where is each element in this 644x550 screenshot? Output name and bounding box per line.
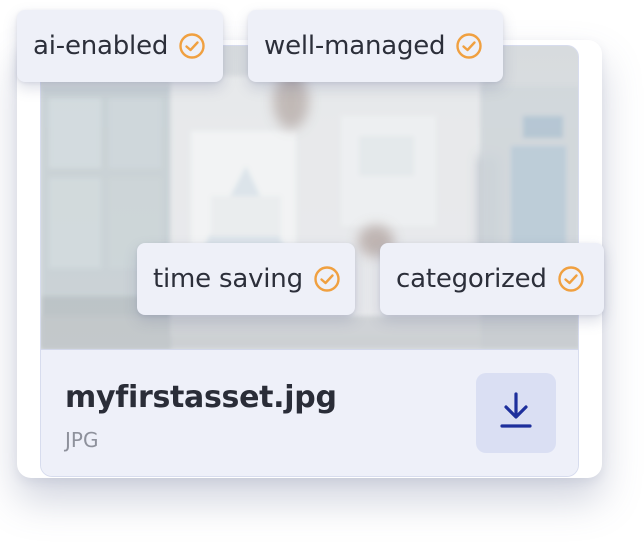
tag-label: ai-enabled [33,31,169,61]
check-circle-icon [313,265,341,293]
asset-preview-stage: myfirstasset.jpg JPG ai-enabled well-man… [0,0,644,550]
tag-label: time saving [153,264,303,294]
asset-info: myfirstasset.jpg JPG [41,349,578,476]
asset-file-type: JPG [65,428,99,452]
tag-categorized: categorized [380,243,604,315]
asset-file-name: myfirstasset.jpg [65,380,337,415]
check-circle-icon [455,32,483,60]
check-circle-icon [557,265,585,293]
tag-label: well-managed [264,31,446,61]
tag-well-managed: well-managed [248,10,503,82]
check-circle-icon [178,32,206,60]
tag-ai-enabled: ai-enabled [17,10,223,82]
tag-time-saving: time saving [137,243,355,315]
download-icon [499,391,533,435]
tag-label: categorized [396,264,547,294]
download-button[interactable] [476,373,556,453]
